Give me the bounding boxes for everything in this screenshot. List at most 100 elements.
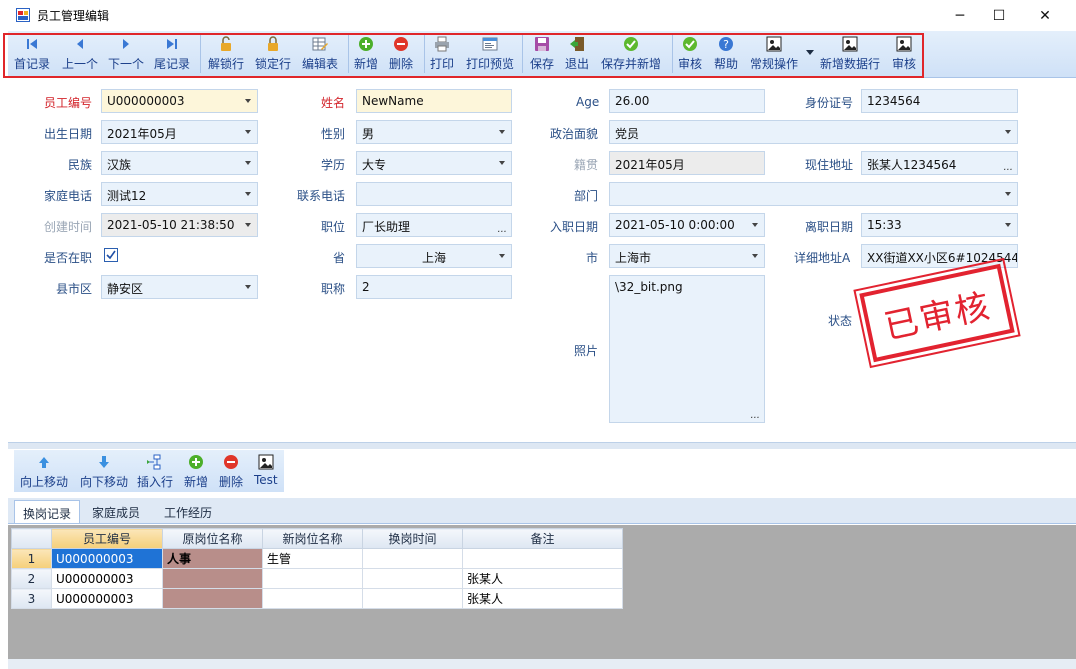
tab-job-change[interactable]: 换岗记录	[14, 500, 81, 523]
grid-cell[interactable]	[162, 588, 263, 609]
prev-icon	[77, 39, 83, 49]
political-combo[interactable]: 党员	[609, 120, 1018, 144]
common-ops-dropdown[interactable]: 常规操作	[750, 35, 798, 75]
contact-phone-input[interactable]	[356, 182, 512, 206]
age-input[interactable]: 26.00	[609, 89, 765, 113]
help-button[interactable]: ? 帮助	[714, 35, 738, 75]
gender-combo[interactable]: 男	[356, 120, 512, 144]
add-data-row-button[interactable]: 新增数据行	[820, 35, 880, 75]
maximize-button[interactable]: ☐	[976, 0, 1022, 31]
employed-checkbox[interactable]	[104, 248, 118, 262]
print-preview-button[interactable]: 打印预览	[466, 35, 514, 75]
home-phone-combo[interactable]: 测试12	[101, 182, 258, 206]
name-input[interactable]: NewName	[356, 89, 512, 113]
audit-secondary-button[interactable]: 审核	[892, 35, 916, 75]
address-input[interactable]: 张某人1234564...	[861, 151, 1018, 175]
created-combo[interactable]: 2021-05-10 21:38:50	[101, 213, 258, 237]
panel-splitter[interactable]	[8, 442, 1076, 449]
dropdown-arrow-icon	[499, 130, 505, 134]
grid-cell[interactable]	[362, 548, 463, 569]
grid-cell[interactable]	[362, 568, 463, 589]
last-record-button[interactable]: 尾记录	[154, 35, 190, 75]
insert-row-button[interactable]: 插入行	[137, 453, 173, 493]
save-button[interactable]: 保存	[530, 35, 554, 75]
table-row[interactable]: 1 U000000003 人事 生管	[11, 548, 623, 569]
grid-cell[interactable]	[362, 588, 463, 609]
birth-combo[interactable]: 2021年05月	[101, 120, 258, 144]
grid-cell[interactable]	[462, 548, 623, 569]
tab-work-history[interactable]: 工作经历	[156, 500, 220, 523]
tab-family[interactable]: 家庭成员	[84, 500, 148, 523]
row-header[interactable]: 3	[11, 588, 52, 609]
test-button[interactable]: Test	[254, 453, 278, 493]
move-down-button[interactable]: 向下移动	[80, 453, 128, 493]
row-header[interactable]: 1	[11, 548, 52, 569]
add-button[interactable]: 新增	[354, 35, 378, 75]
audit-check-icon	[683, 37, 697, 51]
delete-button[interactable]: 删除	[389, 35, 413, 75]
picture-frame-icon	[766, 36, 782, 52]
column-header[interactable]: 原岗位名称	[162, 528, 263, 549]
prev-record-button[interactable]: 上一个	[62, 35, 98, 75]
detail-delete-button[interactable]: 删除	[219, 453, 243, 493]
save-and-add-button[interactable]: 保存并新增	[601, 35, 661, 75]
leave-date-combo[interactable]: 15:33	[861, 213, 1018, 237]
grid-cell[interactable]: U000000003	[51, 588, 163, 609]
grid-cell[interactable]: 张某人	[462, 568, 623, 589]
grid-cell[interactable]	[162, 568, 263, 589]
district-combo[interactable]: 静安区	[101, 275, 258, 299]
grid-cell[interactable]: 人事	[162, 548, 263, 569]
grid-corner[interactable]	[11, 528, 52, 549]
photo-input[interactable]: \32_bit.png...	[609, 275, 765, 423]
hire-date-combo[interactable]: 2021-05-10 0:00:00	[609, 213, 765, 237]
grid-cell[interactable]: U000000003	[51, 548, 163, 569]
city-combo[interactable]: 上海市	[609, 244, 765, 268]
dropdown-arrow-icon	[245, 285, 251, 289]
ellipsis-button[interactable]: ...	[1003, 162, 1013, 173]
position-input[interactable]: 厂长助理...	[356, 213, 512, 237]
ethnicity-combo[interactable]: 汉族	[101, 151, 258, 175]
id-card-input[interactable]: 1234564	[861, 89, 1018, 113]
print-preview-icon	[482, 37, 498, 51]
ellipsis-button[interactable]: ...	[750, 410, 760, 421]
title-bar: 员工管理编辑 ─ ☐ ✕	[0, 0, 1076, 31]
toolbar-separator	[348, 35, 349, 73]
dept-combo[interactable]	[609, 182, 1018, 206]
ellipsis-button[interactable]: ...	[497, 224, 507, 235]
grid-cell[interactable]: 生管	[262, 548, 363, 569]
grid-cell[interactable]	[262, 588, 363, 609]
grid-cell[interactable]: 张某人	[462, 588, 623, 609]
detail-add-button[interactable]: 新增	[184, 453, 208, 493]
bottom-strip	[8, 659, 1076, 669]
exit-button[interactable]: 退出	[565, 35, 589, 75]
dept-label: 部门	[574, 189, 599, 203]
native-place-input[interactable]: 2021年05月	[609, 151, 765, 175]
picture-frame-icon	[258, 454, 274, 470]
column-header[interactable]: 换岗时间	[362, 528, 463, 549]
chevron-down-icon[interactable]	[806, 50, 814, 56]
next-record-button[interactable]: 下一个	[108, 35, 144, 75]
emp-no-combo[interactable]: U000000003	[101, 89, 258, 113]
grid-cell[interactable]	[262, 568, 363, 589]
column-header[interactable]: 新岗位名称	[262, 528, 363, 549]
province-combo[interactable]: 上海	[356, 244, 512, 268]
edit-table-button[interactable]: 编辑表	[302, 35, 338, 75]
employee-edit-window: 员工管理编辑 ─ ☐ ✕ 首记录 上一个 下一个 尾记录 解锁行 锁定行 编辑表…	[0, 0, 1076, 669]
lock-row-button[interactable]: 锁定行	[255, 35, 291, 75]
column-header[interactable]: 员工编号	[51, 528, 163, 549]
close-button[interactable]: ✕	[1022, 0, 1068, 31]
table-row[interactable]: 2 U000000003 张某人	[11, 568, 623, 589]
grid-cell[interactable]: U000000003	[51, 568, 163, 589]
employed-label: 是否在职	[44, 251, 93, 265]
table-row[interactable]: 3 U000000003 张某人	[11, 588, 623, 609]
audit-button[interactable]: 审核	[678, 35, 702, 75]
job-title-input[interactable]: 2	[356, 275, 512, 299]
education-combo[interactable]: 大专	[356, 151, 512, 175]
print-button[interactable]: 打印	[430, 35, 454, 75]
unlock-row-button[interactable]: 解锁行	[208, 35, 244, 75]
age-label: Age	[576, 95, 600, 109]
column-header[interactable]: 备注	[462, 528, 623, 549]
first-record-button[interactable]: 首记录	[14, 35, 50, 75]
row-header[interactable]: 2	[11, 568, 52, 589]
move-up-button[interactable]: 向上移动	[20, 453, 68, 493]
